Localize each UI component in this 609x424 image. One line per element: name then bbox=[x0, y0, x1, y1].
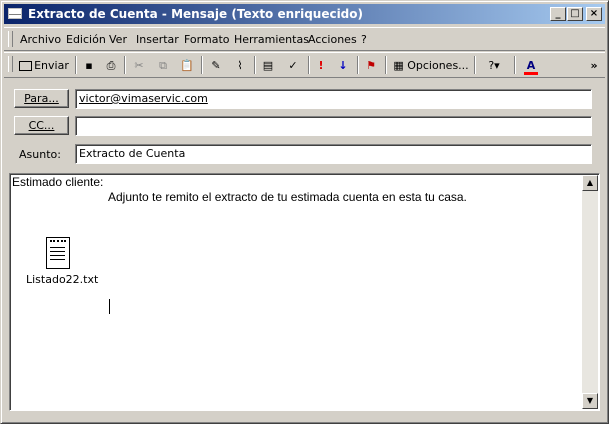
title-bar[interactable]: Extracto de Cuenta - Mensaje (Texto enri… bbox=[4, 4, 605, 24]
flag-icon[interactable]: ⚑ bbox=[362, 56, 380, 76]
cc-button[interactable]: CC... bbox=[14, 116, 69, 135]
menu-formato[interactable]: Formato bbox=[184, 33, 230, 46]
toolbar-separator bbox=[124, 56, 126, 74]
to-field[interactable]: victor@vimaservic.com bbox=[75, 89, 592, 109]
menu-insertar[interactable]: Insertar bbox=[136, 33, 179, 46]
message-window: Extracto de Cuenta - Mensaje (Texto enri… bbox=[0, 0, 609, 424]
toolbar-separator bbox=[357, 56, 359, 74]
scroll-up-icon[interactable]: ▲ bbox=[582, 175, 598, 191]
send-button[interactable]: Enviar bbox=[16, 56, 72, 76]
standard-toolbar: Enviar ▪ ⎙ ✂ ⧉ 📋 ✎ ⌇ ▤ ✓ ! ↓ ⚑ ▦ Opcione… bbox=[4, 52, 605, 78]
menu-ver[interactable]: Ver bbox=[109, 33, 127, 46]
cc-field[interactable] bbox=[75, 116, 592, 136]
window-title: Extracto de Cuenta - Mensaje (Texto enri… bbox=[28, 7, 364, 21]
low-importance-icon[interactable]: ↓ bbox=[335, 56, 351, 76]
save-icon[interactable]: ▪ bbox=[80, 56, 98, 76]
minimize-button[interactable]: _ bbox=[550, 7, 566, 21]
to-button[interactable]: Para... bbox=[14, 89, 69, 108]
subject-field[interactable]: Extracto de Cuenta bbox=[75, 144, 592, 164]
body-text: Adjunto te remito el extracto de tu esti… bbox=[108, 190, 467, 204]
options-button[interactable]: ▦ Opciones... bbox=[391, 56, 471, 76]
paste-icon[interactable]: 📋 bbox=[178, 56, 196, 76]
menu-acciones[interactable]: Acciones bbox=[308, 33, 357, 46]
toolbar-separator bbox=[514, 56, 516, 74]
vertical-scrollbar[interactable]: ▲ ▼ bbox=[582, 175, 598, 409]
toolbar-separator bbox=[385, 56, 387, 74]
copy-icon[interactable]: ⧉ bbox=[154, 56, 172, 76]
toolbar-overflow-icon[interactable]: » bbox=[587, 56, 601, 76]
menu-archivo[interactable]: Archivo bbox=[20, 33, 61, 46]
font-color-bar bbox=[524, 72, 538, 75]
toolbar-separator bbox=[254, 56, 256, 74]
toolbar-grip[interactable] bbox=[8, 56, 13, 72]
insert-file-icon[interactable]: ✎ bbox=[207, 56, 225, 76]
toolbar-separator bbox=[201, 56, 203, 74]
send-icon bbox=[19, 61, 33, 71]
toolbar-separator bbox=[308, 56, 310, 74]
scroll-down-icon[interactable]: ▼ bbox=[582, 393, 598, 409]
cut-icon[interactable]: ✂ bbox=[130, 56, 148, 76]
close-button[interactable]: × bbox=[586, 7, 602, 21]
font-color-icon[interactable]: A bbox=[521, 56, 541, 76]
subject-label: Asunto: bbox=[19, 148, 61, 161]
greeting-text: Estimado cliente: bbox=[12, 175, 104, 189]
message-body[interactable]: Estimado cliente: Adjunto te remito el e… bbox=[9, 173, 600, 411]
menu-edicion[interactable]: Edición bbox=[66, 33, 106, 46]
print-icon[interactable]: ⎙ bbox=[102, 56, 120, 76]
menu-grip[interactable] bbox=[8, 31, 13, 47]
toolbar-separator bbox=[474, 56, 476, 74]
attachment-label[interactable]: Listado22.txt bbox=[26, 273, 98, 286]
menu-bar: Archivo Edición Ver Insertar Formato Her… bbox=[4, 27, 605, 51]
options-icon: ▦ bbox=[393, 59, 404, 72]
maximize-button[interactable]: □ bbox=[567, 7, 583, 21]
help-icon[interactable]: ?▾ bbox=[480, 56, 508, 76]
menu-help[interactable]: ? bbox=[361, 33, 367, 46]
address-book-icon[interactable]: ▤ bbox=[259, 56, 277, 76]
menu-herramientas[interactable]: Herramientas bbox=[234, 33, 309, 46]
text-cursor bbox=[109, 299, 110, 314]
high-importance-icon[interactable]: ! bbox=[313, 56, 329, 76]
text-file-icon[interactable] bbox=[46, 237, 70, 269]
envelope-icon bbox=[8, 8, 22, 19]
check-names-icon[interactable]: ✓ bbox=[282, 56, 304, 76]
attach-icon[interactable]: ⌇ bbox=[231, 56, 249, 76]
toolbar-separator bbox=[75, 56, 77, 74]
